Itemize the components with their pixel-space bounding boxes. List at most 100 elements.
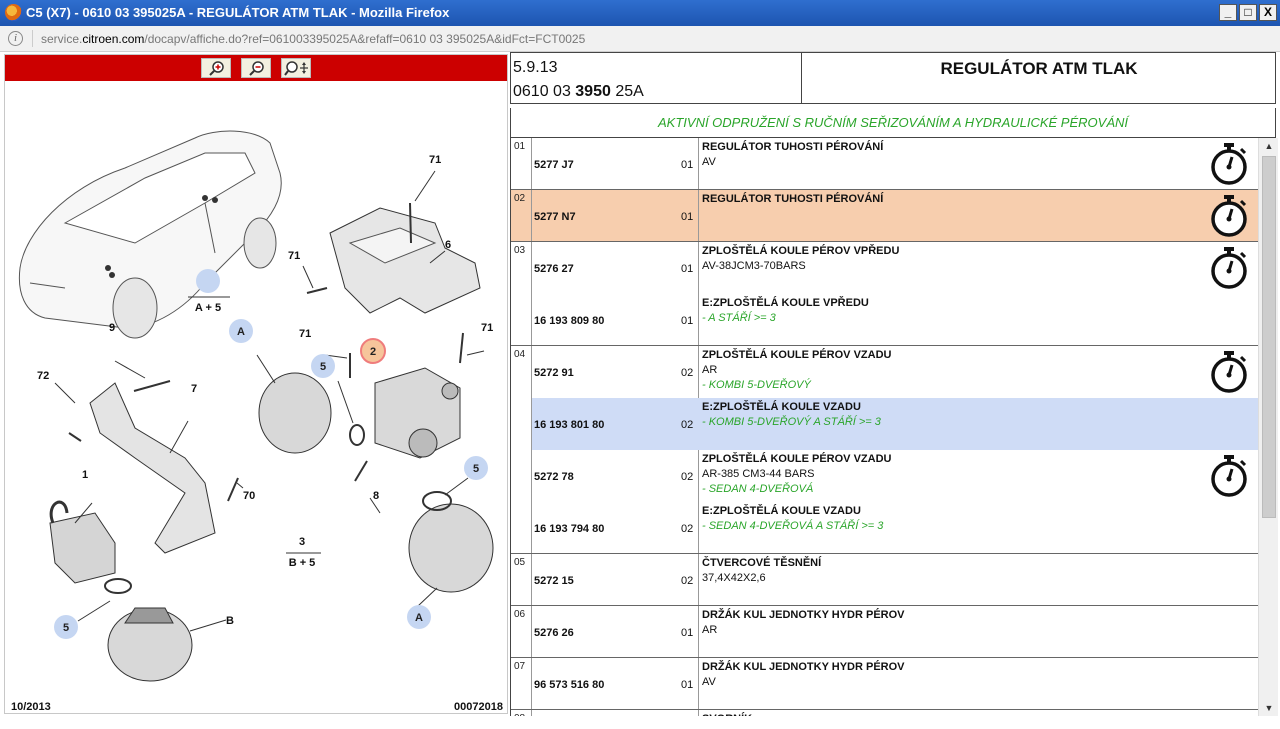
part-number[interactable]: 16 193 809 80 (534, 315, 604, 327)
part-number[interactable]: 5272 78 (534, 471, 574, 483)
parts-row-08[interactable]: 08SVORNÍK (511, 710, 1259, 716)
parts-row-05[interactable]: 05 5272 15 02 ČTVERCOVÉ TĚSNĚNÍ 37,4X42X2,6 (511, 554, 1259, 606)
stopwatch-icon[interactable] (1207, 350, 1251, 394)
part-line[interactable]: 5277 N7 01 REGULÁTOR TUHOSTI PÉROVÁNÍ (511, 190, 1259, 242)
parts-row-07[interactable]: 07 96 573 516 80 01 DRŽÁK KUL JEDNOTKY HYDR… (511, 658, 1259, 710)
part-description: DRŽÁK KUL JEDNOTKY HYDR PÉROV (702, 609, 905, 621)
part-number[interactable]: 16 193 794 80 (534, 523, 604, 535)
callout-6: 6 (445, 239, 451, 251)
callout-B: B (226, 615, 234, 627)
part-detail: 37,4X42X2,6 (702, 572, 766, 584)
part-description: E:ZPLOŠTĚLÁ KOULE VZADU (702, 505, 861, 517)
part-line[interactable]: 5272 15 02 ČTVERCOVÉ TĚSNĚNÍ 37,4X42X2,6 (511, 554, 1259, 606)
parts-scrollbar[interactable]: ▲ ▼ (1258, 138, 1278, 716)
zoom-out-button[interactable] (241, 58, 271, 78)
parts-row-03[interactable]: 03 5276 27 01 ZPLOŠTĚLÁ KOULE PÉROV VPŘEDU A… (511, 242, 1259, 346)
part-line[interactable]: 5276 27 01 ZPLOŠTĚLÁ KOULE PÉROV VPŘEDU AV-… (511, 242, 1259, 294)
callout-7: 7 (191, 383, 197, 395)
callout-70: 70 (243, 490, 255, 502)
url-bar[interactable]: i service.citroen.com/docapv/affiche.do?… (0, 26, 1280, 52)
part-description: DRŽÁK KUL JEDNOTKY HYDR PÉROV (702, 661, 905, 673)
parts-panel: 5.9.13 0610 03 3950 25A REGULÁTOR ATM TL… (510, 52, 1280, 716)
part-number[interactable]: 5276 27 (534, 263, 574, 275)
part-quantity: 01 (681, 263, 694, 275)
part-description: ČTVERCOVÉ TĚSNĚNÍ (702, 557, 822, 569)
callout-5: 5 (63, 622, 69, 634)
window-title: C5 (X7) - 0610 03 395025A - REGULÁTOR AT… (26, 5, 450, 20)
callout-2-selected: 2 (370, 346, 376, 358)
part-number[interactable]: 16 193 801 80 (534, 419, 604, 431)
info-icon[interactable]: i (8, 31, 23, 46)
part-line[interactable]: 5272 78 02 ZPLOŠTĚLÁ KOULE PÉROV VZADU AR-3… (511, 450, 1259, 502)
part-number[interactable]: 5276 26 (534, 627, 574, 639)
part-detail: AV-38JCM3-70BARS (702, 260, 806, 272)
part-line[interactable]: 5276 26 01 DRŽÁK KUL JEDNOTKY HYDR PÉROV AR (511, 606, 1259, 658)
part-condition: - SEDAN 4-DVEŘOVÁ (702, 483, 814, 495)
part-detail: AR (702, 364, 718, 376)
lever-arm-part (89, 382, 216, 554)
part-quantity: 01 (681, 159, 694, 171)
minimize-button[interactable]: _ (1219, 4, 1237, 21)
scroll-up-arrow[interactable]: ▲ (1261, 138, 1277, 154)
part-description: SVORNÍK (702, 713, 752, 716)
part-number[interactable]: 5277 N7 (534, 211, 576, 223)
callout-8: 8 (373, 490, 379, 502)
part-description: ZPLOŠTĚLÁ KOULE PÉROV VZADU (702, 349, 892, 361)
part-line[interactable]: 96 573 516 80 01 DRŽÁK KUL JEDNOTKY HYDR P… (511, 658, 1259, 710)
callout-3-sub: B + 5 (289, 557, 316, 569)
callout-71: 71 (288, 250, 300, 262)
scroll-down-arrow[interactable]: ▼ (1261, 700, 1277, 716)
zoom-pan-button[interactable] (281, 58, 311, 78)
part-condition: - KOMBI 5-DVEŘOVÝ A STÁŘÍ >= 3 (702, 416, 881, 428)
diagram-code: 00072018 (454, 701, 503, 713)
part-description: E:ZPLOŠTĚLÁ KOULE VPŘEDU (702, 297, 869, 309)
close-button[interactable]: X (1259, 4, 1277, 21)
callout-A: A (415, 612, 423, 624)
part-line[interactable]: SVORNÍK (511, 710, 1259, 716)
part-quantity: 01 (681, 315, 694, 327)
part-quantity: 02 (681, 575, 694, 587)
part-condition: - KOMBI 5-DVEŘOVÝ (702, 379, 811, 391)
part-line[interactable]: 5272 91 02 ZPLOŠTĚLÁ KOULE PÉROV VZADU AR - … (511, 346, 1259, 398)
part-line[interactable]: 16 193 801 80 02 E:ZPLOŠTĚLÁ KOULE VZADU - … (532, 398, 1259, 450)
firefox-icon (5, 4, 22, 21)
part-description: REGULÁTOR TUHOSTI PÉROVÁNÍ (702, 193, 884, 205)
part-reference: 0610 03 3950 25A (513, 83, 644, 100)
part-number[interactable]: 5277 J7 (534, 159, 574, 171)
callout-71: 71 (299, 328, 311, 340)
part-quantity: 01 (681, 627, 694, 639)
part-line[interactable]: 16 193 794 80 02 E:ZPLOŠTĚLÁ KOULE VZADU - … (511, 502, 1259, 554)
part-condition: - SEDAN 4-DVEŘOVÁ A STÁŘÍ >= 3 (702, 520, 884, 532)
url-text[interactable]: service.citroen.com/docapv/affiche.do?re… (41, 32, 585, 46)
parts-header: 5.9.13 0610 03 3950 25A REGULÁTOR ATM TL… (510, 52, 1276, 104)
exploded-view-diagram[interactable]: 71 6 71 71 71 9 72 7 1 70 8 4 A + 5 3 B … (5, 83, 507, 713)
zoom-pan-icon (284, 61, 308, 76)
parts-row-01[interactable]: 01 5277 J7 01 REGULÁTOR TUHOSTI PÉROVÁNÍ AV (511, 138, 1259, 190)
callout-A: A (237, 326, 245, 338)
part-number[interactable]: 96 573 516 80 (534, 679, 604, 691)
part-line[interactable]: 5277 J7 01 REGULÁTOR TUHOSTI PÉROVÁNÍ AV (511, 138, 1259, 190)
part-number[interactable]: 5272 91 (534, 367, 574, 379)
parts-row-06[interactable]: 06 5276 26 01 DRŽÁK KUL JEDNOTKY HYDR PÉROV… (511, 606, 1259, 658)
part-condition: - A STÁŘÍ >= 3 (702, 312, 776, 324)
part-line[interactable]: 16 193 809 80 01 E:ZPLOŠTĚLÁ KOULE VPŘEDU -… (511, 294, 1259, 346)
stopwatch-icon[interactable] (1207, 454, 1251, 498)
parts-row-02[interactable]: 02 5277 N7 01 REGULÁTOR TUHOSTI PÉROVÁNÍ (511, 190, 1259, 242)
zoom-in-button[interactable] (201, 58, 231, 78)
parts-list[interactable]: 01 5277 J7 01 REGULÁTOR TUHOSTI PÉROVÁNÍ AV 0… (510, 138, 1259, 716)
stopwatch-icon[interactable] (1207, 142, 1251, 186)
part-description: ZPLOŠTĚLÁ KOULE PÉROV VPŘEDU (702, 245, 900, 257)
stopwatch-icon[interactable] (1207, 194, 1251, 238)
callout-3: 3 (299, 536, 305, 548)
parts-row-04[interactable]: 04 5272 91 02 ZPLOŠTĚLÁ KOULE PÉROV VZADU AR… (511, 346, 1259, 554)
diagram-toolbar (5, 55, 507, 81)
part-description: ZPLOŠTĚLÁ KOULE PÉROV VZADU (702, 453, 892, 465)
bracket-part (329, 207, 481, 314)
window-titlebar: C5 (X7) - 0610 03 395025A - REGULÁTOR AT… (0, 0, 1280, 26)
zoom-in-icon (209, 61, 224, 76)
maximize-button[interactable]: □ (1239, 4, 1257, 21)
part-number[interactable]: 5272 15 (534, 575, 574, 587)
part-description: E:ZPLOŠTĚLÁ KOULE VZADU (702, 401, 861, 413)
scroll-thumb[interactable] (1262, 156, 1276, 518)
stopwatch-icon[interactable] (1207, 246, 1251, 290)
